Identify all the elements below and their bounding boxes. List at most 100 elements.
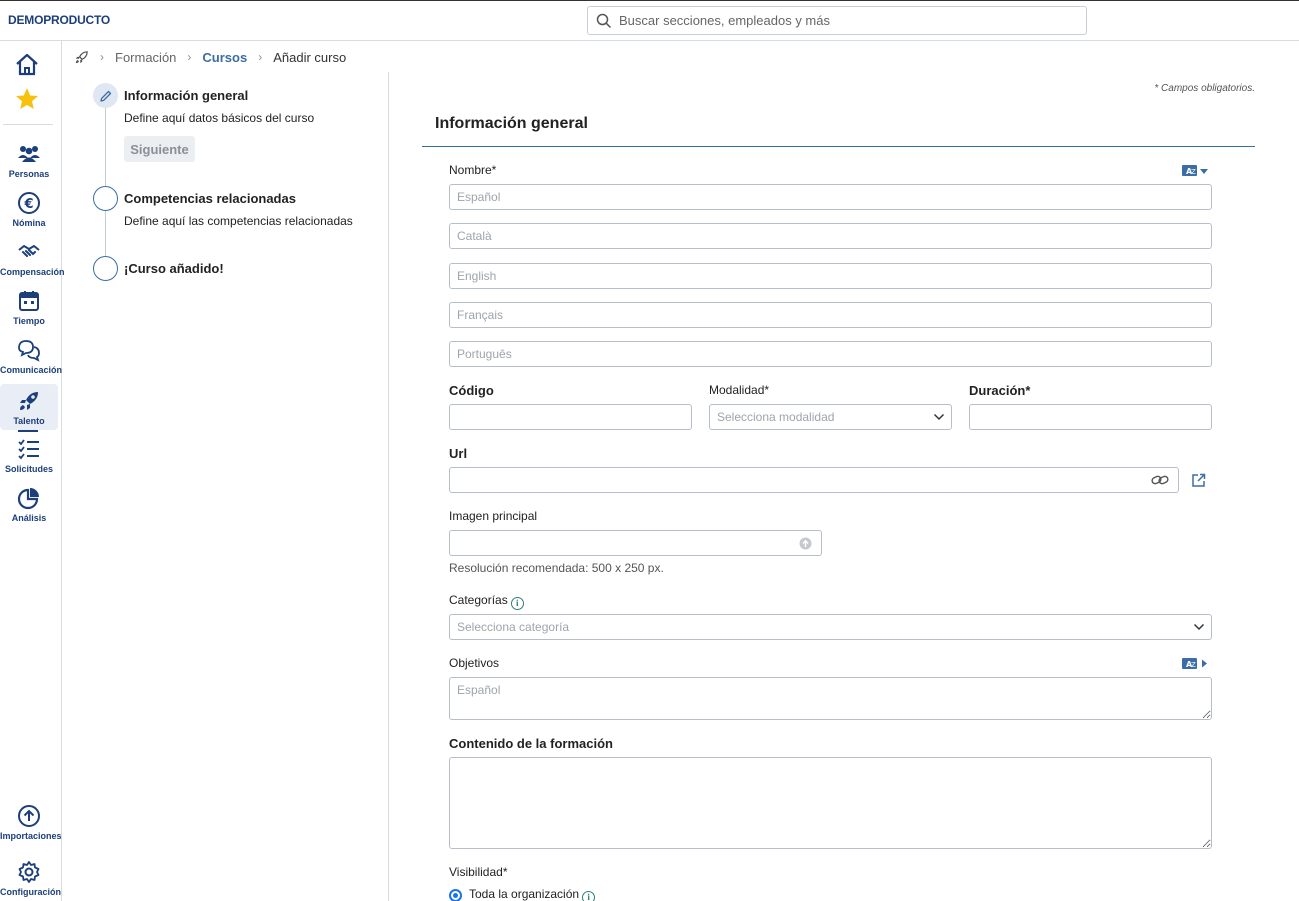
translate-toggle-icon[interactable]: AZ <box>1181 164 1211 178</box>
nombre-ca-input[interactable] <box>449 223 1212 249</box>
star-icon[interactable] <box>14 86 40 112</box>
step-indicator-active <box>93 83 118 108</box>
imagen-upload[interactable] <box>449 530 822 556</box>
sidebar-item-analisis[interactable]: Análisis <box>0 486 58 532</box>
breadcrumb: › Formación › Cursos › Añadir curso <box>74 48 346 66</box>
imagen-helper: Resolución recomendada: 500 x 250 px. <box>449 561 664 575</box>
duracion-input[interactable] <box>969 404 1212 430</box>
pencil-icon <box>100 90 112 102</box>
people-icon <box>18 146 40 162</box>
chevron-right-icon: › <box>187 50 192 64</box>
sidebar-item-label: Análisis <box>11 513 47 523</box>
sidebar-item-solicitudes[interactable]: Solicitudes <box>0 437 58 483</box>
calendar-icon <box>19 291 39 311</box>
search-icon <box>596 13 612 29</box>
imagen-label: Imagen principal <box>449 509 538 523</box>
checklist-icon <box>18 439 39 460</box>
contenido-label: Contenido de la formación <box>449 736 613 751</box>
sidebar-item-importaciones[interactable]: Importaciones <box>0 804 62 850</box>
section-divider <box>422 146 1255 147</box>
sidebar-item-label: Solicitudes <box>4 464 53 474</box>
breadcrumb-formacion[interactable]: Formación <box>115 50 176 65</box>
step-title: ¡Curso añadido! <box>124 261 224 276</box>
chevron-down-icon <box>1193 623 1205 631</box>
chat-bubbles-icon <box>18 340 40 362</box>
rocket-icon[interactable] <box>74 50 89 65</box>
codigo-input[interactable] <box>449 404 692 430</box>
url-label: Url <box>449 446 468 461</box>
svg-text:Z: Z <box>1191 168 1196 176</box>
sidebar-item-compensacion[interactable]: Compensación <box>0 240 65 286</box>
step-description: Define aquí datos básicos del curso <box>124 111 315 125</box>
sidebar-item-configuracion[interactable]: Configuración <box>0 860 61 901</box>
visibilidad-option: Toda la organización i <box>469 887 596 901</box>
step-title: Competencias relacionadas <box>124 191 296 206</box>
chevron-down-icon <box>933 413 945 421</box>
nombre-pt-input[interactable] <box>449 341 1212 367</box>
sidebar-item-personas[interactable]: Personas <box>0 142 58 188</box>
nombre-en-input[interactable] <box>449 263 1212 289</box>
modalidad-label: Modalidad* <box>709 383 770 397</box>
sidebar-item-label: Personas <box>8 169 50 179</box>
contenido-textarea[interactable] <box>449 757 1212 849</box>
nombre-fr-input[interactable] <box>449 302 1212 328</box>
objetivos-es-textarea[interactable] <box>449 677 1212 720</box>
search-box[interactable] <box>587 6 1087 35</box>
svg-text:€: € <box>23 197 33 212</box>
info-icon[interactable]: i <box>582 891 596 901</box>
breadcrumb-current: Añadir curso <box>273 49 347 65</box>
sidebar-item-label: Tiempo <box>13 316 45 326</box>
sidebar-item-comunicacion[interactable]: Comunicación <box>0 338 63 384</box>
nombre-label: Nombre* <box>449 163 497 177</box>
course-form: * Campos obligatorios. Información gener… <box>389 72 1299 901</box>
breadcrumb-cursos[interactable]: Cursos <box>202 50 247 65</box>
objetivos-label: Objetivos <box>449 656 500 670</box>
step-connector <box>105 211 106 258</box>
sidebar-divider <box>3 124 53 125</box>
upload-icon[interactable] <box>799 537 812 550</box>
home-icon[interactable] <box>14 52 40 78</box>
required-fields-note: * Campos obligatorios. <box>1154 83 1255 94</box>
categorias-placeholder: Selecciona categoría <box>457 620 570 634</box>
duracion-label: Duración* <box>969 383 1031 398</box>
visibilidad-radio-organizacion[interactable] <box>449 889 462 901</box>
codigo-label: Código <box>449 383 494 398</box>
visibilidad-option-label[interactable]: Toda la organización <box>469 887 579 901</box>
modalidad-placeholder: Selecciona modalidad <box>717 410 835 424</box>
handshake-icon <box>18 245 40 257</box>
sidebar-item-label: Talento <box>13 416 45 426</box>
nombre-es-input[interactable] <box>449 184 1212 210</box>
sidebar-item-tiempo[interactable]: Tiempo <box>0 289 58 335</box>
sidebar-item-talento[interactable]: Talento <box>0 384 58 432</box>
info-icon[interactable]: i <box>510 597 524 610</box>
external-link-icon[interactable] <box>1191 473 1206 488</box>
link-icon <box>1151 475 1169 485</box>
modalidad-select[interactable]: Selecciona modalidad <box>709 404 952 430</box>
search-input[interactable] <box>619 9 1079 32</box>
sidebar-item-label: Comunicación <box>0 365 63 375</box>
chevron-right-icon: › <box>258 50 263 64</box>
sidebar-item-label: Configuración <box>0 887 61 897</box>
sidebar-item-nomina[interactable]: € Nómina <box>0 191 58 237</box>
wizard-steps: Información general Define aquí datos bá… <box>62 72 389 901</box>
categorias-select[interactable]: Selecciona categoría <box>449 614 1212 640</box>
visibilidad-label: Visibilidad* <box>449 865 508 879</box>
sidebar: Personas € Nómina Compensación Tiempo Co… <box>0 41 65 901</box>
categorias-label: Categorías i <box>449 593 524 610</box>
brand-logo[interactable]: DEMOPRODUCTO <box>8 13 110 27</box>
sidebar-item-label: Nómina <box>12 218 46 228</box>
chevron-right-icon: › <box>100 50 104 64</box>
sidebar-item-label: Compensación <box>0 267 65 277</box>
svg-text:Z: Z <box>1191 661 1196 669</box>
sidebar-item-label: Importaciones <box>0 831 62 841</box>
section-title: Información general <box>435 115 588 132</box>
step-indicator <box>93 186 118 211</box>
step-title: Información general <box>124 88 249 103</box>
upload-circle-icon <box>18 805 40 827</box>
url-input[interactable] <box>449 467 1179 493</box>
euro-icon: € <box>18 192 40 214</box>
step-indicator <box>93 256 118 281</box>
translate-toggle-icon[interactable]: AZ <box>1181 657 1211 671</box>
next-button[interactable]: Siguiente <box>124 136 195 162</box>
categorias-label-text: Categorías <box>449 593 508 607</box>
